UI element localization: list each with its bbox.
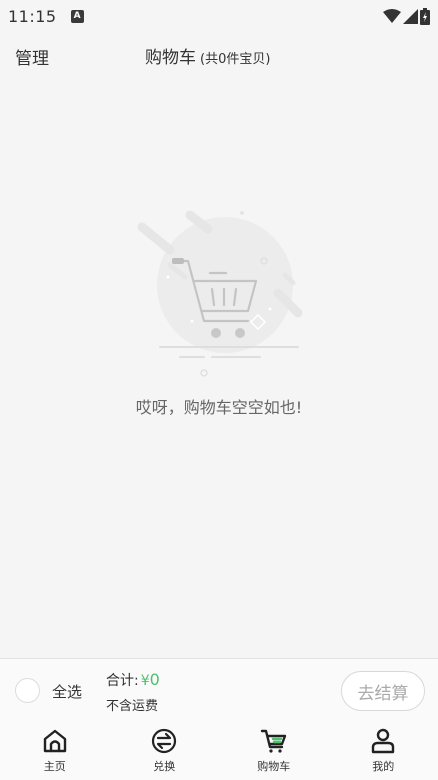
tab-label-home: 主页: [43, 760, 66, 773]
status-time: 11:15: [8, 6, 57, 26]
total-row: 合计: ¥ 0: [106, 670, 160, 690]
status-bar: 11:15 A: [0, 0, 438, 32]
select-all-checkbox[interactable]: [15, 678, 40, 703]
tab-bar: 主页 兑换 购物车 我的: [0, 720, 438, 780]
tab-home[interactable]: 主页: [0, 720, 110, 780]
checkout-button[interactable]: 去结算: [341, 671, 425, 711]
notification-icon: A: [70, 9, 84, 23]
total-label: 合计:: [106, 673, 139, 689]
tab-cart[interactable]: 购物车: [219, 720, 329, 780]
signal-icon: [403, 8, 418, 24]
tab-exchange[interactable]: 兑换: [110, 720, 220, 780]
empty-cart-illustration: [137, 210, 303, 377]
battery-icon: [420, 7, 430, 25]
tab-label-exchange: 兑换: [153, 760, 176, 773]
item-count: (共0件宝贝): [200, 52, 271, 67]
profile-icon: [369, 727, 397, 755]
title-group: 购物车 (共0件宝贝): [145, 43, 270, 68]
page-title: 购物车: [145, 48, 196, 68]
tab-label-cart: 购物车: [257, 760, 291, 773]
currency-symbol: ¥: [140, 673, 150, 689]
illustration-blob: [157, 217, 293, 353]
total-amount: 0: [149, 670, 160, 689]
select-all-label[interactable]: 全选: [52, 681, 82, 702]
tab-profile[interactable]: 我的: [329, 720, 438, 780]
cart-icon: [260, 727, 288, 755]
exchange-icon: [150, 727, 178, 755]
wifi-icon: [383, 9, 401, 23]
manage-button[interactable]: 管理: [15, 44, 49, 69]
empty-message: 哎呀，购物车空空如也!: [135, 398, 303, 417]
page-header: 管理 购物车 (共0件宝贝): [0, 36, 438, 78]
status-indicators: [383, 7, 430, 25]
home-icon: [41, 727, 69, 755]
tab-label-profile: 我的: [372, 760, 395, 773]
shipping-note: 不含运费: [106, 699, 159, 714]
checkout-bar: 全选 合计: ¥ 0 不含运费 去结算: [0, 658, 438, 720]
